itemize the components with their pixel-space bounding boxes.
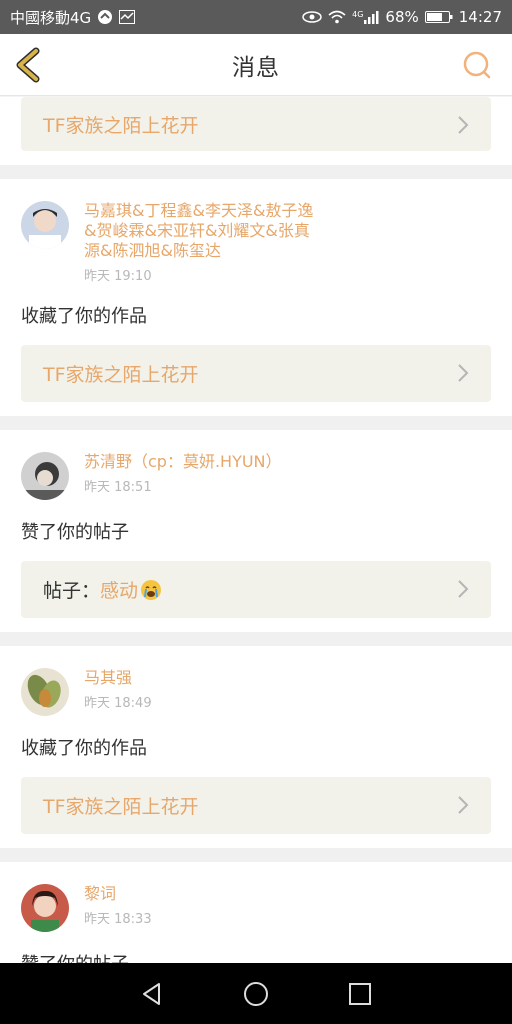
eye-icon bbox=[302, 10, 322, 24]
divider bbox=[0, 165, 512, 179]
timestamp: 昨天 18:49 bbox=[84, 696, 152, 711]
divider bbox=[0, 416, 512, 430]
notification-icon bbox=[97, 9, 113, 25]
work-link[interactable]: TF家族之陌上花开 bbox=[21, 777, 491, 834]
username[interactable]: 苏清野（cp：莫妍.HYUN） bbox=[84, 452, 282, 472]
work-title: TF家族之陌上花开 bbox=[43, 364, 199, 386]
chevron-right-icon bbox=[458, 796, 469, 814]
message-card: 黎词 昨天 18:33 赞了你的帖子 bbox=[0, 862, 512, 963]
message-card: 苏清野（cp：莫妍.HYUN） 昨天 18:51 赞了你的帖子 帖子： 感动 bbox=[0, 430, 512, 632]
search-icon bbox=[463, 51, 491, 79]
post-prefix: 帖子： bbox=[43, 580, 101, 602]
post-link[interactable]: 帖子： 感动 bbox=[21, 561, 491, 618]
divider bbox=[0, 632, 512, 646]
carrier-label: 中國移動4G bbox=[10, 8, 92, 27]
circle-home-icon bbox=[244, 981, 268, 1006]
message-card: 马嘉琪&丁程鑫&李天泽&敖子逸&贺峻霖&宋亚轩&刘耀文&张真源&陈泗旭&陈玺达 … bbox=[0, 179, 512, 416]
timestamp: 昨天 18:51 bbox=[84, 480, 152, 495]
action-text: 赞了你的帖子 bbox=[21, 932, 491, 963]
crying-emoji-icon bbox=[140, 579, 162, 601]
page-title: 消息 bbox=[232, 54, 280, 81]
work-title: TF家族之陌上花开 bbox=[43, 796, 199, 818]
action-text: 赞了你的帖子 bbox=[21, 522, 129, 543]
system-nav-bar bbox=[0, 963, 512, 1024]
status-bar: 中國移動4G 4G 68% 14:27 bbox=[0, 0, 512, 34]
action-text: 收藏了你的作品 bbox=[21, 738, 147, 759]
triangle-back-icon bbox=[143, 982, 160, 1005]
action-text: 收藏了你的作品 bbox=[21, 306, 147, 327]
timestamp: 昨天 19:10 bbox=[84, 269, 152, 284]
app-header: 消息 bbox=[0, 34, 512, 96]
message-card: 马其强 昨天 18:49 收藏了你的作品 TF家族之陌上花开 bbox=[0, 646, 512, 848]
avatar[interactable] bbox=[21, 452, 69, 500]
back-button[interactable] bbox=[10, 47, 46, 83]
battery-percent: 68% bbox=[385, 8, 419, 26]
recents-nav-button[interactable] bbox=[340, 974, 380, 1014]
work-link[interactable]: TF家族之陌上花开 bbox=[21, 345, 491, 402]
message-card: TF家族之陌上花开 bbox=[0, 97, 512, 165]
avatar[interactable] bbox=[21, 668, 69, 716]
chevron-right-icon bbox=[458, 580, 469, 598]
chevron-right-icon bbox=[458, 116, 469, 134]
avatar[interactable] bbox=[21, 201, 69, 249]
divider bbox=[0, 848, 512, 862]
chevron-right-icon bbox=[458, 364, 469, 382]
username[interactable]: 马嘉琪&丁程鑫&李天泽&敖子逸&贺峻霖&宋亚轩&刘耀文&张真源&陈泗旭&陈玺达 bbox=[84, 201, 324, 261]
chevron-left-icon bbox=[16, 47, 40, 83]
avatar[interactable] bbox=[21, 884, 69, 932]
search-button[interactable] bbox=[460, 47, 494, 83]
clock: 14:27 bbox=[458, 8, 502, 26]
battery-icon bbox=[424, 10, 453, 24]
square-recents-icon bbox=[349, 982, 371, 1005]
work-link[interactable]: TF家族之陌上花开 bbox=[21, 97, 491, 151]
username[interactable]: 马其强 bbox=[84, 668, 152, 688]
post-title: 感动 bbox=[100, 580, 139, 602]
home-nav-button[interactable] bbox=[236, 974, 276, 1014]
timestamp: 昨天 18:33 bbox=[84, 912, 152, 927]
message-list[interactable]: TF家族之陌上花开 马嘉琪&丁程鑫&李天泽&敖子逸&贺峻霖&宋亚轩&刘耀文&张真… bbox=[0, 97, 512, 963]
activity-icon bbox=[119, 10, 136, 24]
signal-icon: 4G bbox=[352, 10, 379, 24]
back-nav-button[interactable] bbox=[132, 974, 172, 1014]
wifi-icon bbox=[328, 10, 346, 24]
work-title: TF家族之陌上花开 bbox=[43, 114, 199, 137]
username[interactable]: 黎词 bbox=[84, 884, 152, 904]
